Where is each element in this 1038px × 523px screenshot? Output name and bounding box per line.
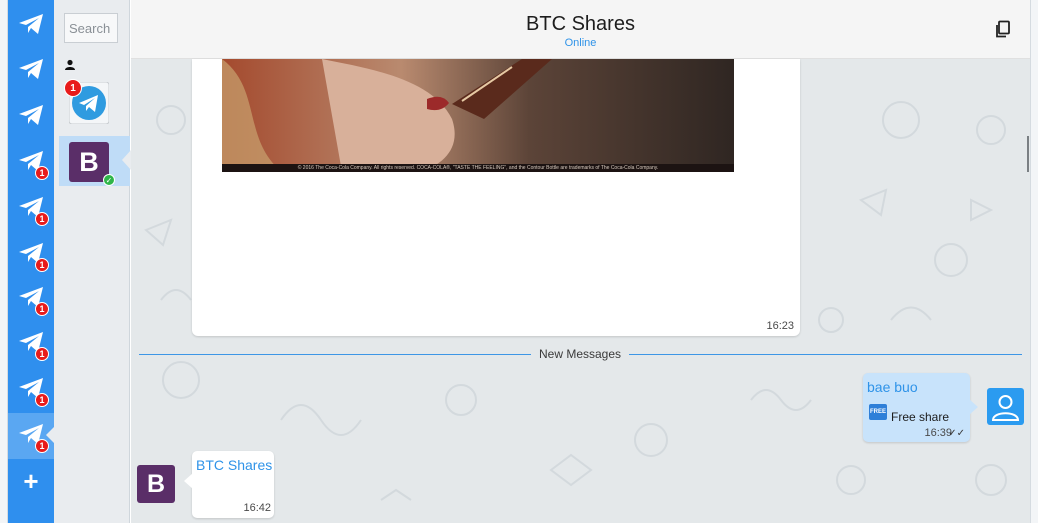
unread-badge: 1: [35, 258, 49, 272]
rail-account-7[interactable]: 1: [8, 276, 54, 322]
incoming-message[interactable]: BTC Shares 16:42: [184, 451, 274, 518]
rail-account-1[interactable]: [8, 3, 54, 49]
user-avatar[interactable]: [987, 388, 1024, 425]
telegram-plane-icon: [18, 58, 44, 85]
message-sender[interactable]: bae buo: [867, 379, 918, 395]
message-text: Free share: [891, 410, 950, 424]
chat-title[interactable]: BTC Shares: [131, 13, 1030, 36]
rail-account-5[interactable]: 1: [8, 186, 54, 232]
unread-badge: 1: [35, 166, 49, 180]
message-photo[interactable]: © 2016 The Coca-Cola Company. All rights…: [222, 59, 734, 172]
rail-account-9[interactable]: 1: [8, 367, 54, 413]
btc-shares-avatar[interactable]: B: [137, 465, 175, 503]
rail-account-2[interactable]: [8, 48, 54, 94]
chat-list: Search 1 B ✓: [54, 0, 131, 523]
photo-caption: © 2016 The Coca-Cola Company. All rights…: [222, 164, 734, 172]
chat-item-btc-shares[interactable]: B ✓: [59, 136, 131, 186]
unread-badge: 1: [35, 347, 49, 361]
window-right-edge: [1030, 0, 1038, 523]
scrollbar-thumb[interactable]: [1027, 136, 1029, 172]
outgoing-message[interactable]: bae buo FREE Free share 16:39 ✓✓: [863, 373, 978, 442]
rail-account-4[interactable]: 1: [8, 140, 54, 186]
read-check-icon: ✓✓: [948, 428, 965, 439]
image-message[interactable]: © 2016 The Coca-Cola Company. All rights…: [192, 59, 800, 336]
chat-status: Online: [564, 37, 597, 49]
add-account-button[interactable]: +: [8, 459, 54, 503]
user-silhouette-icon: [991, 395, 1020, 421]
copy-icon[interactable]: [994, 20, 1012, 38]
contacts-icon[interactable]: [64, 59, 76, 71]
new-messages-label: New Messages: [531, 347, 629, 361]
search-input[interactable]: Search: [64, 13, 118, 43]
chat-header: BTC Shares Online: [131, 0, 1030, 59]
unread-badge: 1: [64, 79, 82, 97]
telegram-plane-icon: [18, 13, 44, 40]
rail-account-10[interactable]: 1: [8, 413, 55, 459]
message-time: 16:23: [766, 320, 794, 332]
unread-badge: 1: [35, 302, 49, 316]
unread-badge: 1: [35, 212, 49, 226]
free-icon: FREE: [869, 404, 887, 420]
message-sender[interactable]: BTC Shares: [196, 457, 272, 473]
account-rail: 1 1 1 1 1 1 1 +: [8, 0, 55, 523]
message-time: 16:42: [243, 502, 271, 514]
rail-account-8[interactable]: 1: [8, 321, 54, 367]
unread-badge: 1: [35, 393, 49, 407]
rail-account-3[interactable]: [8, 94, 54, 140]
chat-panel: BTC Shares Online © 2016 The Coca-Cola C…: [131, 0, 1030, 523]
window-left-edge: [0, 0, 8, 523]
online-check-icon: ✓: [103, 174, 115, 186]
unread-badge: 1: [35, 439, 49, 453]
rail-account-6[interactable]: 1: [8, 232, 54, 278]
telegram-plane-icon: [18, 104, 44, 131]
